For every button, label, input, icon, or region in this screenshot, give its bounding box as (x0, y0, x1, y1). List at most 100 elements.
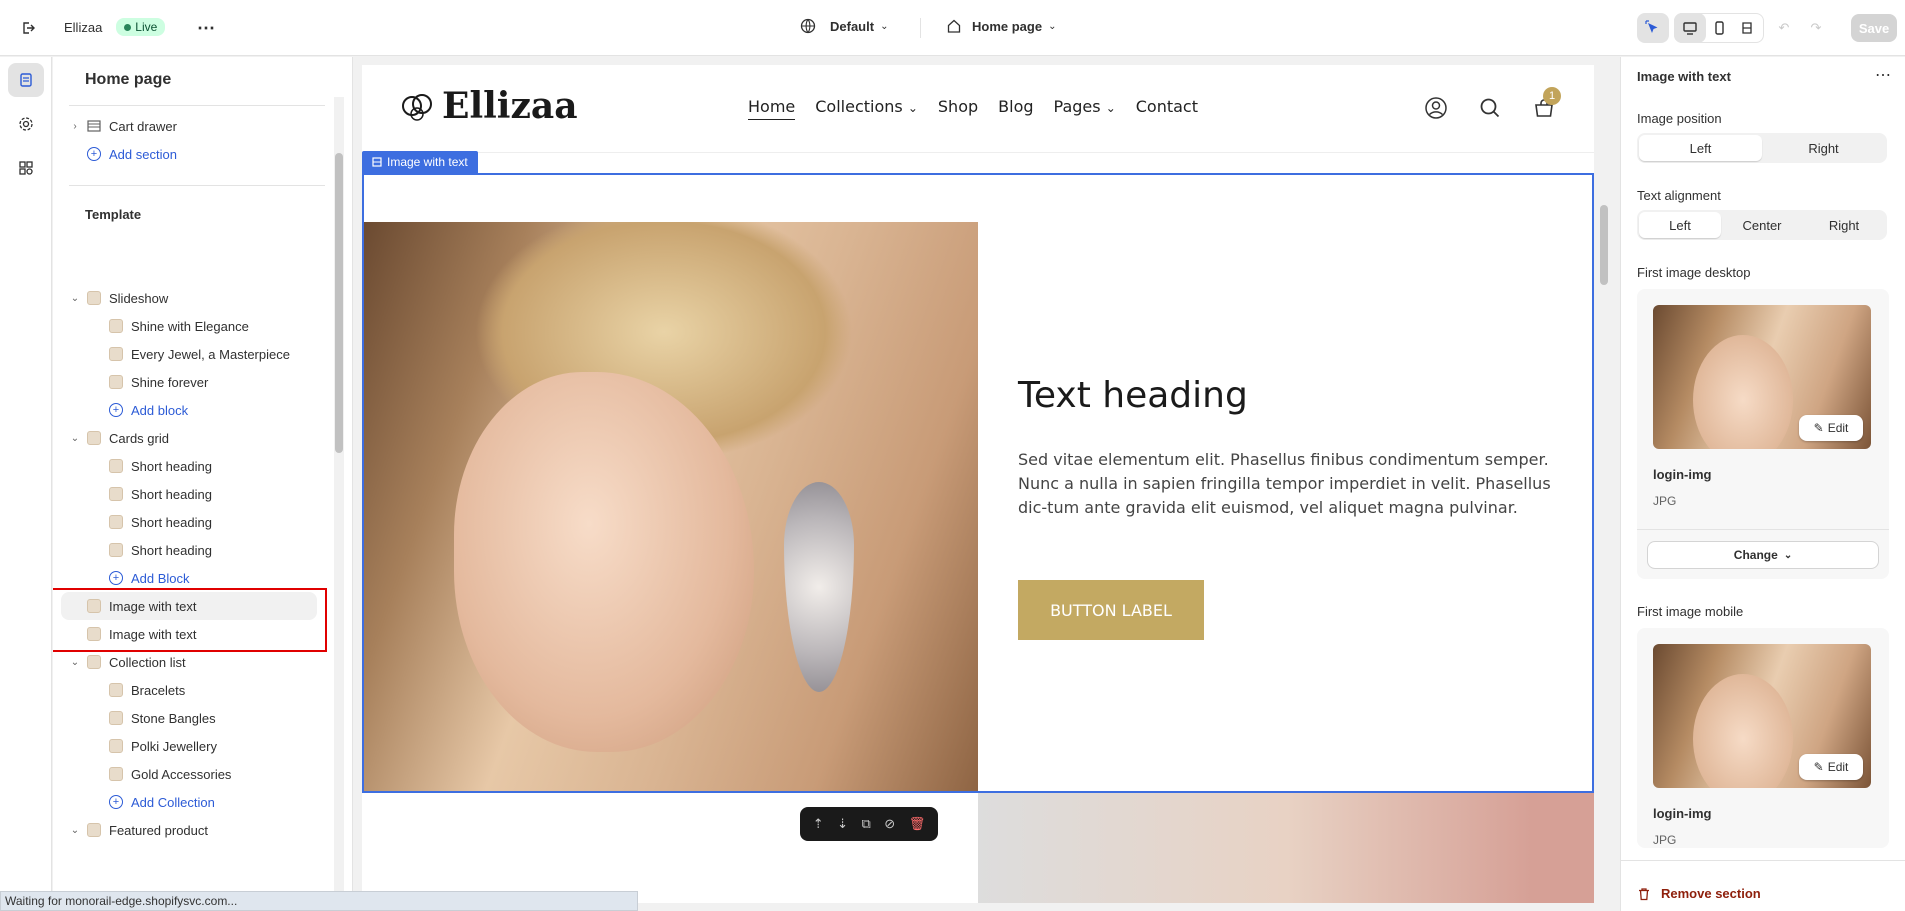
more-options-icon[interactable]: ⋯ (1875, 65, 1891, 85)
selected-section-tag[interactable]: Image with text (362, 151, 478, 173)
change-image-button[interactable]: Change ⌄ (1647, 541, 1879, 569)
tree-block-polki-jewellery[interactable]: Polki Jewellery (53, 732, 325, 760)
move-up-icon[interactable]: ⇡ (813, 816, 824, 832)
tree-section-slideshow[interactable]: ⌄ Slideshow (53, 284, 325, 312)
add-section-button[interactable]: + Add section (53, 140, 325, 168)
tree-item-label: Short heading (131, 458, 212, 474)
nav-blog[interactable]: Blog (998, 97, 1033, 120)
move-down-icon[interactable]: ⇣ (837, 816, 848, 832)
delete-icon[interactable]: 🗑 (909, 816, 926, 832)
chevron-down-icon: ⌄ (880, 20, 889, 32)
text-align-right[interactable]: Right (1803, 212, 1885, 238)
tree-block-short-heading[interactable]: Short heading (53, 480, 325, 508)
image-position-right[interactable]: Right (1762, 135, 1885, 161)
nav-home[interactable]: Home (748, 97, 796, 120)
status-badge: Live (116, 18, 166, 36)
section-thumbnail-icon (87, 823, 101, 837)
image-thumbnail: ✎ Edit (1653, 305, 1871, 449)
chevron-down-icon: ⌄ (70, 432, 80, 444)
store-name: Ellizaa (64, 19, 103, 35)
tree-item-label: Add Block (131, 570, 190, 586)
preview-scrollbar[interactable] (1598, 65, 1610, 903)
tree-block-stone-bangles[interactable]: Stone Bangles (53, 704, 325, 732)
nav-contact[interactable]: Contact (1136, 97, 1198, 120)
section-icon (372, 157, 382, 167)
nav-collections[interactable]: Collections ⌄ (815, 97, 918, 120)
block-thumbnail-icon (109, 347, 123, 361)
fullscreen-view-icon[interactable] (1731, 13, 1763, 43)
sidebar-scrollbar[interactable] (334, 97, 344, 907)
image-position-control: Left Right (1637, 133, 1887, 163)
next-section-image (978, 793, 1594, 903)
tree-block-short-heading[interactable]: Short heading (53, 452, 325, 480)
tree-block-gold-accessories[interactable]: Gold Accessories (53, 760, 325, 788)
block-thumbnail-icon (109, 515, 123, 529)
hide-icon[interactable]: ⊘ (884, 816, 895, 832)
settings-gear-icon[interactable] (8, 107, 44, 141)
tree-item-label: Cards grid (109, 430, 169, 446)
first-image-desktop-label: First image desktop (1637, 265, 1751, 280)
tree-block-short-heading[interactable]: Short heading (53, 508, 325, 536)
duplicate-icon[interactable]: ⧉ (862, 816, 871, 832)
tree-item-cart-drawer[interactable]: › Cart drawer (53, 112, 325, 140)
tree-section-collection-list[interactable]: ⌄ Collection list (53, 648, 325, 676)
undo-icon[interactable]: ↶ (1768, 13, 1800, 43)
store-preview: Ellizaa Home Collections ⌄ Shop Blog Pag… (362, 65, 1594, 903)
apps-icon[interactable] (8, 151, 44, 185)
plus-circle-icon: + (87, 147, 101, 161)
section-toolbar: ⇡ ⇣ ⧉ ⊘ 🗑 (800, 807, 938, 841)
page-selector[interactable]: Home page ⌄ (946, 18, 1056, 34)
nav-shop[interactable]: Shop (938, 97, 978, 120)
inspector-toggle-icon[interactable] (1637, 13, 1669, 43)
exit-icon[interactable] (12, 13, 44, 43)
remove-section-button[interactable]: Remove section (1637, 886, 1761, 901)
edit-image-button[interactable]: ✎ Edit (1799, 415, 1863, 441)
tree-item-label: Featured product (109, 822, 209, 838)
left-rail (0, 57, 52, 911)
image-file-name: login-img (1653, 467, 1712, 482)
save-button[interactable]: Save (1851, 14, 1897, 42)
plus-circle-icon: + (109, 795, 123, 809)
block-thumbnail-icon (109, 459, 123, 473)
tree-block-shine-with-elegance[interactable]: Shine with Elegance (53, 312, 325, 340)
text-alignment-label: Text alignment (1637, 188, 1721, 203)
first-image-mobile-label: First image mobile (1637, 604, 1744, 619)
image-position-left[interactable]: Left (1639, 135, 1762, 161)
tree-block-bracelets[interactable]: Bracelets (53, 676, 325, 704)
template-heading: Template (85, 206, 142, 222)
tree-item-label: Bracelets (131, 682, 186, 698)
image-thumbnail: ✎ Edit (1653, 644, 1871, 788)
search-icon[interactable] (1478, 96, 1502, 120)
desktop-view-icon[interactable] (1674, 13, 1706, 43)
theme-selector-label: Default (830, 18, 875, 34)
text-align-center[interactable]: Center (1721, 212, 1803, 238)
account-icon[interactable] (1424, 96, 1448, 120)
image-file-type: JPG (1653, 494, 1677, 508)
tree-section-cards-grid[interactable]: ⌄ Cards grid (53, 424, 325, 452)
tree-item-label: Polki Jewellery (131, 738, 217, 754)
chevron-down-icon: ⌄ (1048, 20, 1057, 32)
plus-circle-icon: + (109, 571, 123, 585)
sections-icon[interactable] (8, 63, 44, 97)
block-thumbnail-icon (109, 739, 123, 753)
tree-block-short-heading[interactable]: Short heading (53, 536, 325, 564)
add-collection-button[interactable]: + Add Collection (53, 788, 325, 816)
text-align-left[interactable]: Left (1639, 212, 1721, 238)
tree-block-shine-forever[interactable]: Shine forever (53, 368, 325, 396)
nav-pages[interactable]: Pages ⌄ (1054, 97, 1116, 120)
site-logo[interactable]: Ellizaa (398, 85, 578, 127)
add-block-button[interactable]: + Add block (53, 396, 325, 424)
block-thumbnail-icon (109, 543, 123, 557)
redo-icon[interactable]: ↷ (1800, 13, 1832, 43)
cart-drawer-icon (87, 120, 101, 132)
trash-icon (1639, 887, 1649, 900)
edit-image-button[interactable]: ✎ Edit (1799, 754, 1863, 780)
theme-selector[interactable]: Default ⌄ (800, 18, 888, 34)
tree-item-label: Short heading (131, 542, 212, 558)
tree-section-featured-product[interactable]: ⌄ Featured product (53, 816, 325, 844)
more-options-icon[interactable]: ⋯ (190, 13, 222, 43)
section-tree-sidebar: Home page › Cart drawer + Add section Te… (53, 57, 353, 911)
tree-item-label: Slideshow (109, 290, 169, 306)
block-thumbnail-icon (109, 487, 123, 501)
tree-block-every-jewel-a-masterpiece[interactable]: Every Jewel, a Masterpiece (53, 340, 325, 368)
